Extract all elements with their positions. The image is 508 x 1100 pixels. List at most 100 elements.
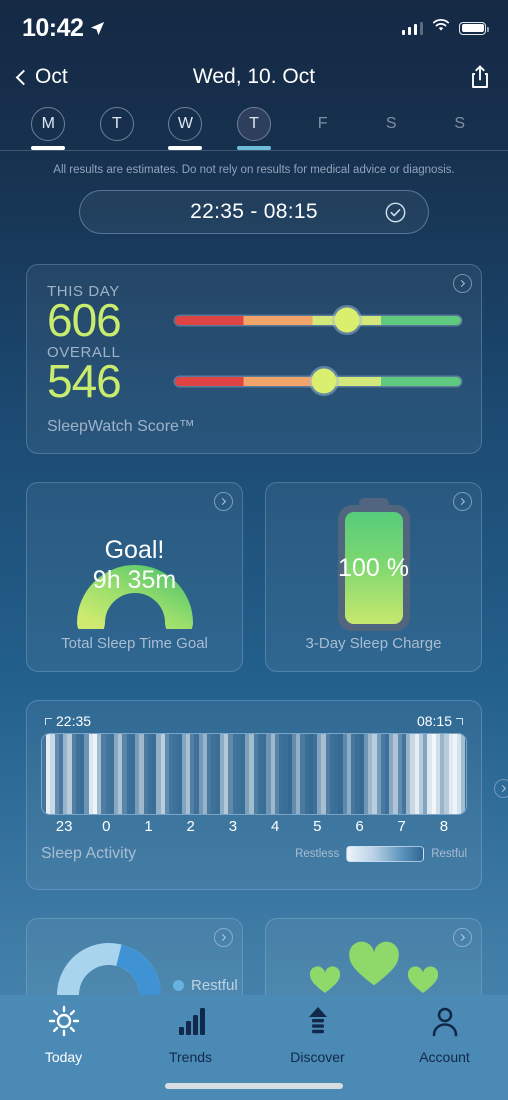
tab-trends[interactable]: Trends	[127, 1005, 254, 1065]
heart-icon	[348, 941, 399, 986]
weekday-selector[interactable]: M T W T F S S	[0, 98, 508, 150]
activity-band	[461, 734, 466, 814]
activity-end-group: 08:15	[417, 713, 463, 729]
activity-time-range: 22:35 08:15	[41, 713, 467, 729]
goal-headline: Goal!	[104, 535, 165, 564]
bar-chart-icon	[175, 1005, 207, 1042]
cellular-signal-icon	[401, 21, 423, 35]
chevron-right-circle-icon[interactable]	[453, 274, 472, 293]
weekday-label: M	[31, 107, 66, 141]
overall-row: 546	[47, 355, 461, 408]
weekday-label: F	[317, 115, 328, 132]
sleep-range-value: 22:35 - 08:15	[190, 200, 318, 223]
check-circle-icon	[385, 202, 406, 223]
weekday-item-2[interactable]: W	[151, 98, 220, 150]
activity-hour-label: 6	[355, 818, 364, 835]
chevron-right-circle-icon[interactable]	[453, 492, 472, 511]
status-bar-indicators	[401, 19, 489, 37]
total-sleep-goal-card[interactable]: Goal! 9h 35m Total Sleep Time Goal	[26, 482, 243, 672]
donut-legend-label: Restful	[191, 977, 238, 994]
activity-footer: Sleep Activity Restless Restful	[41, 845, 467, 863]
disclaimer-text: All results are estimates. Do not rely o…	[53, 164, 455, 176]
chevron-right-circle-icon[interactable]	[494, 779, 508, 798]
activity-hour-label: 3	[228, 818, 238, 835]
weekday-item-0[interactable]: M	[14, 98, 83, 150]
sleep-charge-label: 3-Day Sleep Charge	[305, 635, 442, 652]
heart-icon-group	[266, 939, 481, 995]
tab-discover-label: Discover	[290, 1049, 345, 1065]
weekday-item-4[interactable]: F	[288, 98, 357, 150]
tab-today[interactable]: Today	[0, 1005, 127, 1065]
location-arrow-icon	[90, 14, 105, 43]
tab-bar: Today Trends Discover Account	[0, 995, 508, 1100]
sleep-range-row: 22:35 - 08:15	[0, 176, 508, 234]
overall-value: 546	[47, 355, 122, 408]
activity-end-time: 08:15	[416, 713, 452, 729]
overall-slider[interactable]	[175, 368, 461, 394]
sleep-activity-chart[interactable]	[41, 733, 467, 815]
tab-today-label: Today	[44, 1049, 83, 1065]
sleep-activity-card[interactable]: 22:35 08:15 23 0 1 2 3 4 5 6 7 8 Sleep Activity R…	[26, 700, 508, 890]
legend-restless-label: Restless	[295, 848, 340, 860]
weekday-label: W	[168, 107, 203, 141]
goal-gauge-text: Goal! 9h 35m	[51, 501, 219, 629]
wifi-icon	[432, 19, 450, 37]
back-button[interactable]: Oct	[15, 65, 68, 89]
sleep-activity-title: Sleep Activity	[41, 845, 137, 862]
this-day-slider[interactable]	[175, 307, 461, 333]
activity-hour-label: 7	[397, 818, 406, 835]
sleepwatch-score-card[interactable]: THIS DAY 606 OVERALL 546 SleepWatch Scor…	[26, 264, 482, 454]
sleep-range-pill[interactable]: 22:35 - 08:15	[79, 190, 429, 234]
weekday-indicator	[168, 146, 203, 150]
sleep-charge-card[interactable]: 100 % 3-Day Sleep Charge	[265, 482, 482, 672]
back-button-label: Oct	[35, 65, 68, 88]
goal-gauge: Goal! 9h 35m	[51, 501, 219, 629]
activity-start-time: 22:35	[56, 713, 92, 729]
activity-start-group: 22:35	[45, 713, 91, 729]
activity-hour-label: 5	[313, 818, 322, 835]
activity-hour-axis: 23 0 1 2 3 4 5 6 7 8	[41, 818, 467, 835]
activity-hour-label: 2	[186, 818, 195, 835]
activity-hour-label: 0	[102, 818, 111, 835]
legend-dot-icon	[173, 980, 184, 991]
battery-icon	[459, 21, 489, 35]
overall-slider-knob[interactable]	[311, 368, 337, 394]
activity-hour-label: 23	[55, 818, 73, 835]
weekday-label: T	[237, 107, 272, 141]
tab-account[interactable]: Account	[381, 1005, 508, 1065]
weekday-indicator	[31, 146, 66, 150]
chevron-left-icon	[15, 69, 32, 85]
weekday-item-3[interactable]: T	[220, 98, 289, 150]
upload-arrow-icon	[302, 1005, 334, 1042]
this-day-row: 606	[47, 296, 461, 344]
activity-hour-label: 4	[270, 818, 280, 835]
chevron-right-circle-icon[interactable]	[214, 928, 233, 947]
donut-legend: Restful	[173, 977, 238, 994]
activity-hour-label: 8	[439, 818, 449, 835]
nav-bar: Oct Wed, 10. Oct	[0, 56, 508, 98]
weekday-indicator	[237, 146, 272, 150]
end-tick-icon	[456, 717, 463, 725]
activity-hour-label: 1	[144, 818, 153, 835]
sleep-charge-percent: 100 %	[338, 553, 409, 582]
this-day-value: 606	[47, 294, 122, 346]
tab-discover[interactable]: Discover	[254, 1005, 381, 1065]
weekday-indicator	[100, 146, 134, 150]
weekday-item-1[interactable]: T	[83, 98, 152, 150]
tab-trends-label: Trends	[168, 1049, 213, 1065]
status-bar-time-group: 10:42	[22, 14, 105, 43]
weekday-item-6[interactable]: S	[425, 98, 494, 150]
this-day-slider-knob[interactable]	[334, 307, 360, 333]
page-title: Wed, 10. Oct	[192, 65, 316, 88]
status-time: 10:42	[22, 13, 84, 42]
total-sleep-goal-label: Total Sleep Time Goal	[61, 635, 208, 652]
weekday-item-5[interactable]: S	[357, 98, 426, 150]
start-tick-icon	[45, 717, 52, 725]
heart-icon	[309, 966, 340, 993]
share-button[interactable]	[470, 65, 490, 89]
activity-legend: Restless Restful	[295, 846, 467, 862]
status-bar: 10:42	[0, 0, 508, 56]
home-indicator	[165, 1083, 343, 1089]
weekday-label: T	[99, 107, 134, 141]
legend-restful-label: Restful	[431, 848, 467, 860]
